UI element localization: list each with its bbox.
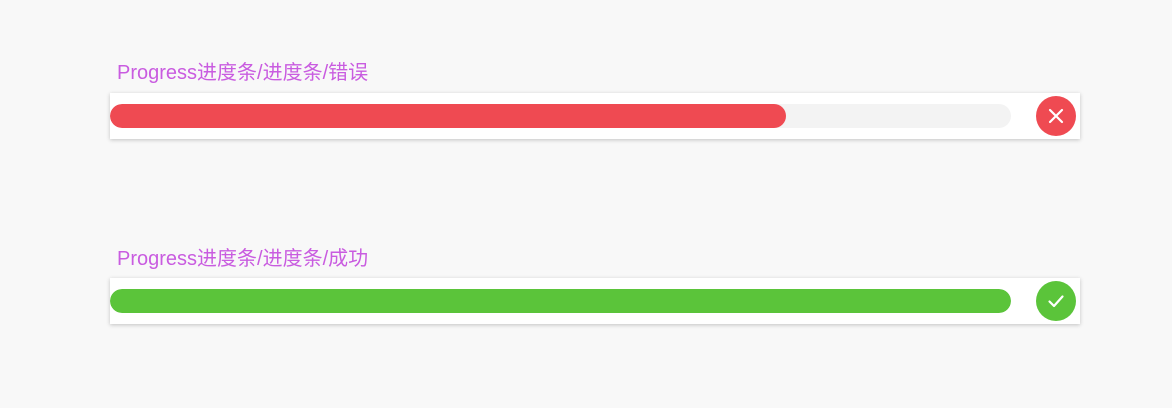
success-status-icon: [1036, 281, 1076, 321]
progress-success-fill: [110, 289, 1011, 313]
progress-success-track: [110, 289, 1011, 313]
page: Progress进度条/进度条/错误 Progress进度条/进度条/成功: [0, 0, 1172, 408]
progress-success-title: Progress进度条/进度条/成功: [117, 248, 369, 270]
progress-error-track: [110, 104, 1011, 128]
progress-error-fill: [110, 104, 786, 128]
close-icon: [1048, 108, 1064, 124]
check-icon: [1048, 295, 1064, 308]
progress-error-title: Progress进度条/进度条/错误: [117, 62, 369, 84]
progress-error-card: [110, 93, 1080, 139]
progress-success-card: [110, 278, 1080, 324]
error-status-icon: [1036, 96, 1076, 136]
